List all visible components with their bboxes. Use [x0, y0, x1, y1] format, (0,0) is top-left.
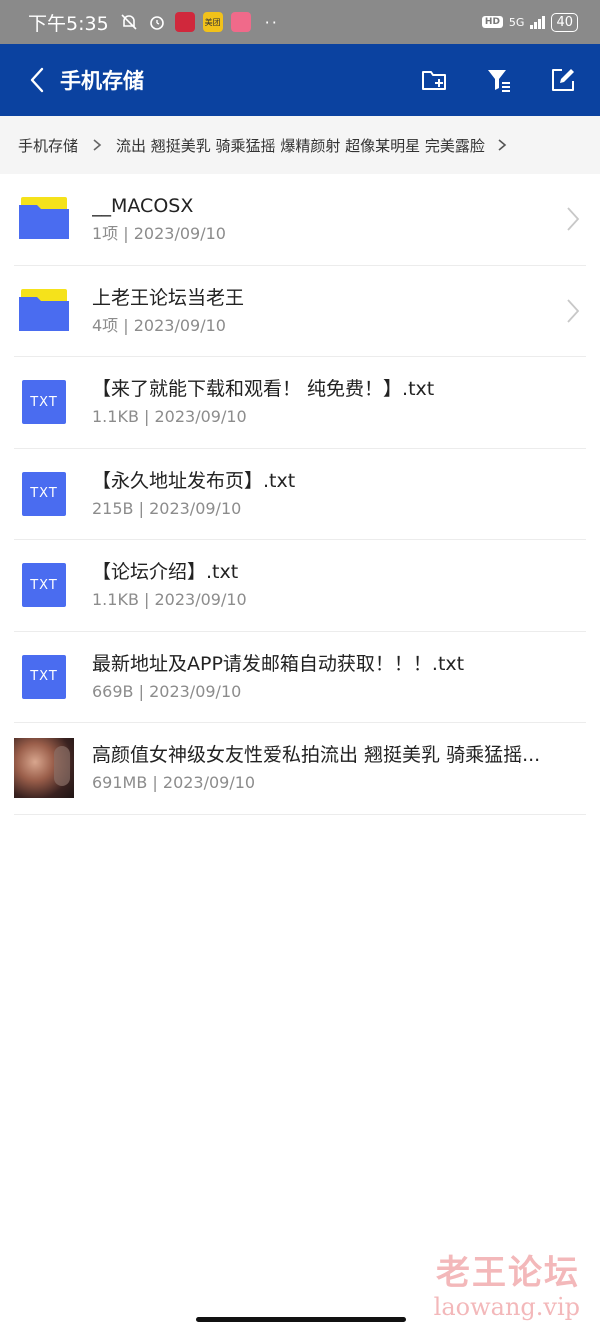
- edit-button[interactable]: [546, 63, 580, 97]
- list-item[interactable]: TXT 【来了就能下载和观看！ 纯免费！】.txt 1.1KB | 2023/0…: [14, 357, 586, 449]
- txt-file-icon: TXT: [14, 555, 74, 615]
- file-name: __MACOSX: [92, 195, 194, 218]
- status-time: 下午5:35: [28, 12, 109, 35]
- filter-button[interactable]: [482, 63, 516, 97]
- chevron-right-icon: [556, 199, 580, 239]
- breadcrumb-current[interactable]: 流出 翘挺美乳 骑乘猛摇 爆精颜射 超像某明星 完美露脸: [116, 135, 485, 156]
- watermark-cn: 老王论坛: [436, 1253, 580, 1293]
- txt-icon-label: TXT: [22, 380, 66, 425]
- file-name: 【来了就能下载和观看！ 纯免费！】.txt: [92, 378, 435, 401]
- file-meta: 4项 | 2023/09/10: [92, 315, 226, 335]
- watermark-en: laowang.vip: [433, 1293, 580, 1321]
- file-meta: 1项 | 2023/09/10: [92, 224, 226, 244]
- header-actions: [418, 63, 580, 97]
- more-notifications-dots: ··: [264, 12, 279, 32]
- new-folder-icon: [422, 71, 446, 90]
- list-item[interactable]: 上老王论坛当老王 4项 | 2023/09/10: [14, 266, 586, 357]
- battery-level: 40: [556, 14, 573, 30]
- back-button[interactable]: [22, 60, 52, 100]
- status-notification-icons: 美团 ··: [119, 12, 279, 32]
- file-list: __MACOSX 1项 | 2023/09/10 上老王论坛当老王 4项 | 2…: [0, 174, 600, 815]
- file-name: 最新地址及APP请发邮箱自动获取！！！.txt: [92, 652, 465, 675]
- file-name: 高颜值女神级女友性爱私拍流出 翘挺美乳 骑乘猛摇...: [92, 744, 541, 767]
- file-meta: 1.1KB | 2023/09/10: [92, 590, 247, 610]
- pink-app-icon: [230, 12, 251, 32]
- yellow-app-icon: 美团: [202, 12, 223, 32]
- chevron-right-icon: [497, 138, 507, 152]
- new-folder-button[interactable]: [418, 63, 452, 97]
- file-meta: 691MB | 2023/09/10: [92, 773, 256, 793]
- txt-file-icon: TXT: [14, 372, 74, 432]
- folder-icon: [14, 281, 74, 341]
- video-thumbnail-image: [14, 738, 74, 799]
- folder-icon: [14, 189, 74, 249]
- list-item[interactable]: TXT 【论坛介绍】.txt 1.1KB | 2023/09/10: [14, 540, 586, 632]
- status-bar: 下午5:35 美团 ·· HD 5G 40: [0, 0, 600, 44]
- file-meta: 215B | 2023/09/10: [92, 498, 242, 518]
- page-title: 手机存储: [60, 69, 144, 93]
- file-name: 上老王论坛当老王: [92, 286, 245, 309]
- list-item[interactable]: 高颜值女神级女友性爱私拍流出 翘挺美乳 骑乘猛摇... 691MB | 2023…: [14, 723, 586, 815]
- file-info: 最新地址及APP请发邮箱自动获取！！！.txt 669B | 2023/09/1…: [92, 651, 586, 703]
- txt-icon-label: TXT: [22, 563, 66, 608]
- video-thumbnail: [14, 738, 74, 799]
- file-meta: 669B | 2023/09/10: [92, 681, 242, 701]
- chevron-right-icon: [92, 138, 102, 152]
- hd-badge: HD: [481, 16, 503, 28]
- file-info: 上老王论坛当老王 4项 | 2023/09/10: [92, 285, 556, 337]
- signal-icon: [530, 15, 546, 29]
- file-info: 高颜值女神级女友性爱私拍流出 翘挺美乳 骑乘猛摇... 691MB | 2023…: [92, 742, 586, 794]
- file-info: __MACOSX 1项 | 2023/09/10: [92, 193, 556, 245]
- breadcrumb: 手机存储 流出 翘挺美乳 骑乘猛摇 爆精颜射 超像某明星 完美露脸: [0, 116, 600, 174]
- alarm-icon: [147, 12, 167, 32]
- red-app-icon: [174, 12, 195, 32]
- file-info: 【永久地址发布页】.txt 215B | 2023/09/10: [92, 468, 586, 520]
- file-info: 【论坛介绍】.txt 1.1KB | 2023/09/10: [92, 559, 586, 611]
- file-meta: 1.1KB | 2023/09/10: [92, 407, 247, 427]
- list-item[interactable]: __MACOSX 1项 | 2023/09/10: [14, 174, 586, 266]
- file-name: 【论坛介绍】.txt: [92, 561, 239, 584]
- list-item[interactable]: TXT 【永久地址发布页】.txt 215B | 2023/09/10: [14, 449, 586, 540]
- txt-icon-label: TXT: [22, 654, 66, 699]
- filter-icon: [488, 70, 510, 92]
- chevron-right-icon: [556, 291, 580, 331]
- app-bar: 手机存储: [0, 44, 600, 116]
- bell-muted-icon: [119, 12, 139, 32]
- network-label: 5G: [508, 15, 525, 29]
- edit-icon: [552, 69, 574, 91]
- file-name: 【永久地址发布页】.txt: [92, 469, 296, 492]
- watermark: 老王论坛 laowang.vip: [434, 1253, 580, 1321]
- list-item[interactable]: TXT 最新地址及APP请发邮箱自动获取！！！.txt 669B | 2023/…: [14, 632, 586, 723]
- battery-icon: 40: [551, 12, 578, 32]
- breadcrumb-root[interactable]: 手机存储: [18, 135, 78, 156]
- txt-file-icon: TXT: [14, 647, 74, 707]
- file-info: 【来了就能下载和观看！ 纯免费！】.txt 1.1KB | 2023/09/10: [92, 376, 586, 428]
- txt-file-icon: TXT: [14, 464, 74, 524]
- txt-icon-label: TXT: [22, 471, 66, 516]
- status-right: HD 5G 40: [481, 12, 578, 32]
- chevron-left-icon: [30, 67, 44, 93]
- home-indicator[interactable]: [196, 1317, 406, 1322]
